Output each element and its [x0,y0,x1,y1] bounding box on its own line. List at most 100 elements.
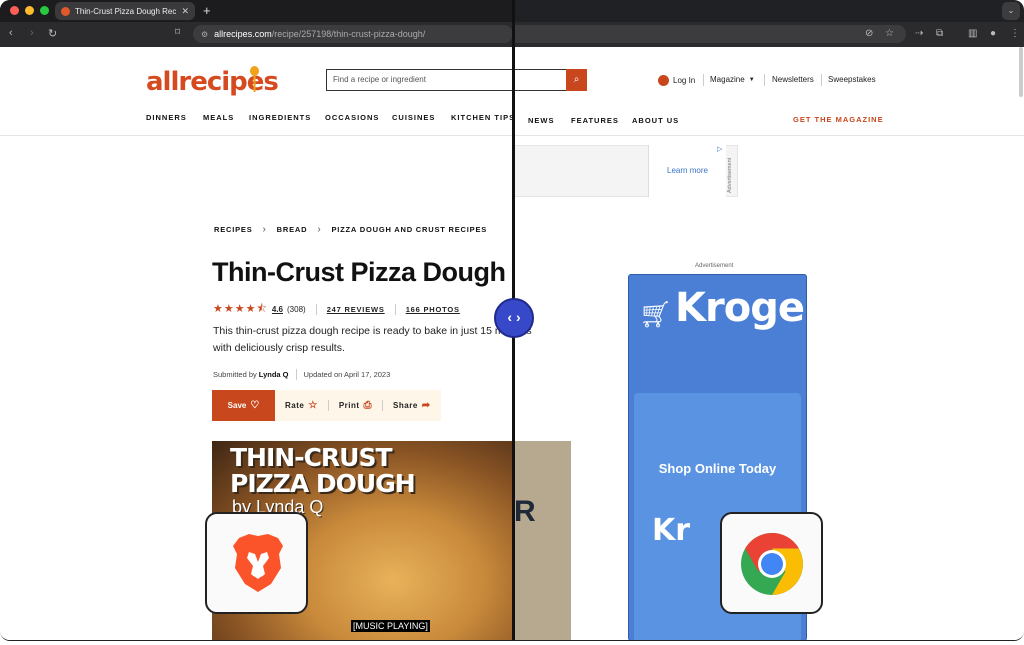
forward-icon[interactable]: › [30,27,34,39]
compare-slider-handle-icon[interactable]: ‹ › [494,298,534,338]
back-icon[interactable]: ‹ [9,27,13,39]
brave-badge [205,512,308,614]
updated-date: Updated on April 17, 2023 [303,370,391,379]
get-magazine-link[interactable]: GET THE MAGAZINE [793,115,884,124]
more-menu-icon[interactable]: ⋮ [1010,28,1020,39]
nav-about-us[interactable]: ABOUT US [632,116,679,125]
nav-meals[interactable]: MEALS [203,113,234,122]
nav-features[interactable]: FEATURES [571,116,619,125]
scrollbar[interactable] [1019,47,1023,97]
eye-off-icon[interactable]: ⊘ [865,28,873,39]
brave-lion-icon [233,534,283,592]
address-bar-right[interactable] [514,25,906,43]
ad-label: Advertisement [695,263,734,269]
close-window-button[interactable] [10,6,19,15]
page-title: Thin-Crust Pizza Dough [212,257,506,287]
ad-label-vertical: Advertisement [727,157,733,193]
divider [703,74,704,86]
recipe-description: This thin-crust pizza dough recipe is re… [213,325,532,354]
breadcrumb-bread[interactable]: BREAD [277,225,308,234]
rate-label: Rate [285,401,305,410]
video-side-letter: R [514,495,536,528]
heart-icon: ♡ [250,400,260,411]
share-button[interactable]: Share ➦ [383,400,441,411]
spoon-icon [250,66,259,92]
nav-kitchen-tips[interactable]: KITCHEN TIPS [451,113,515,122]
new-tab-button[interactable]: + [203,3,211,18]
chrome-badge [720,512,823,614]
divider [821,74,822,86]
rating-value[interactable]: 4.6 [272,305,283,314]
video-title-line1: THIN-CRUST [230,443,393,472]
nav-cuisines[interactable]: CUISINES [392,113,435,122]
window-controls [10,6,49,15]
learn-more-link[interactable]: Learn more [648,145,726,197]
breadcrumb-pizza-dough[interactable]: PIZZA DOUGH AND CRUST RECIPES [331,225,487,234]
chevron-right-icon: › [262,224,267,235]
save-button[interactable]: Save ♡ [212,390,275,421]
nav-ingredients[interactable]: INGREDIENTS [249,113,311,122]
share-label: Share [393,401,418,410]
star-rating-icon[interactable]: ★★★★⯪ [213,300,268,319]
user-icon [658,75,669,86]
divider [315,304,317,315]
extensions-icon[interactable]: ⧉ [936,28,943,39]
nav-news[interactable]: NEWS [528,116,555,125]
byline-prefix: Submitted by [213,370,257,379]
printer-icon: ⎙ [363,400,373,411]
allrecipes-favicon-icon [61,6,70,16]
sidebar-icon[interactable]: ▥ [968,28,977,39]
nav-occasions[interactable]: OCCASIONS [325,113,379,122]
reload-icon[interactable]: ↻ [48,27,57,40]
cart-icon: 🛒︎ [639,299,673,329]
star-icon[interactable]: ☆ [885,28,894,39]
byline: Submitted by Lynda Q Updated on April 17… [213,369,390,380]
save-label: Save [227,401,247,410]
login-link[interactable]: Log In [658,75,695,86]
magazine-menu[interactable]: Magazine ▼ [710,75,755,84]
star-outline-icon: ☆ [308,400,318,411]
video-title-overlay: THIN-CRUST PIZZA DOUGH [230,443,416,498]
adchoices-icon[interactable]: ▷ [717,145,722,153]
caret-down-icon: ▼ [748,76,755,83]
recipe-actions: Save ♡ Rate ☆ Print ⎙ Share ➦ [212,390,441,421]
kroger-logo: Kroger [675,285,806,331]
profile-icon[interactable]: ● [990,28,996,39]
video-side-panel [514,441,571,640]
newsletters-link[interactable]: Newsletters [772,75,814,84]
cast-icon[interactable]: ⇢ [915,28,923,39]
bookmark-icon[interactable]: ⌑ [175,27,180,38]
search-icon[interactable]: ⌕ [566,69,587,91]
reviews-link[interactable]: 247 REVIEWS [327,305,385,314]
tab-close-icon[interactable]: ✕ [181,6,189,17]
sweepstakes-link[interactable]: Sweepstakes [828,75,876,84]
kroger-cta[interactable]: Shop Online Today [634,461,801,476]
search-input[interactable]: Find a recipe or ingredient [326,69,566,91]
print-label: Print [338,401,360,410]
print-button[interactable]: Print ⎙ [329,400,382,411]
share-arrow-icon: ➦ [421,400,431,411]
video-caption: [MUSIC PLAYING] [351,620,430,632]
maximize-window-button[interactable] [40,6,49,15]
site-info-icon[interactable]: ⚙ [201,30,208,39]
divider [394,304,396,315]
tab-title: Thin-Crust Pizza Dough Recipe [75,6,177,16]
url-text: allrecipes.com/recipe/257198/thin-crust-… [214,29,426,39]
chrome-logo-icon [741,533,803,595]
browser-tab[interactable]: Thin-Crust Pizza Dough Recipe ✕ [55,2,195,20]
author-link[interactable]: Lynda Q [259,370,289,379]
rating-count: (308) [287,305,306,314]
kroger-logo-small: Kr [652,513,691,548]
tab-search-icon[interactable]: ⌄ [1002,2,1020,20]
photos-link[interactable]: 166 PHOTOS [406,305,460,314]
rating-row: ★★★★⯪ 4.6 (308) 247 REVIEWS 166 PHOTOS [213,300,460,319]
breadcrumb-recipes[interactable]: RECIPES [214,225,253,234]
address-bar[interactable]: ⚙ allrecipes.com/recipe/257198/thin-crus… [193,25,513,43]
browser-window: Thin-Crust Pizza Dough Recipe ✕ + ⌄ ‹ › … [0,0,1024,641]
rate-button[interactable]: Rate ☆ [275,400,328,411]
breadcrumb: RECIPES › BREAD › PIZZA DOUGH AND CRUST … [214,224,487,235]
nav-dinners[interactable]: DINNERS [146,113,187,122]
divider [764,74,765,86]
minimize-window-button[interactable] [25,6,34,15]
video-title-line2: PIZZA DOUGH [230,469,416,498]
